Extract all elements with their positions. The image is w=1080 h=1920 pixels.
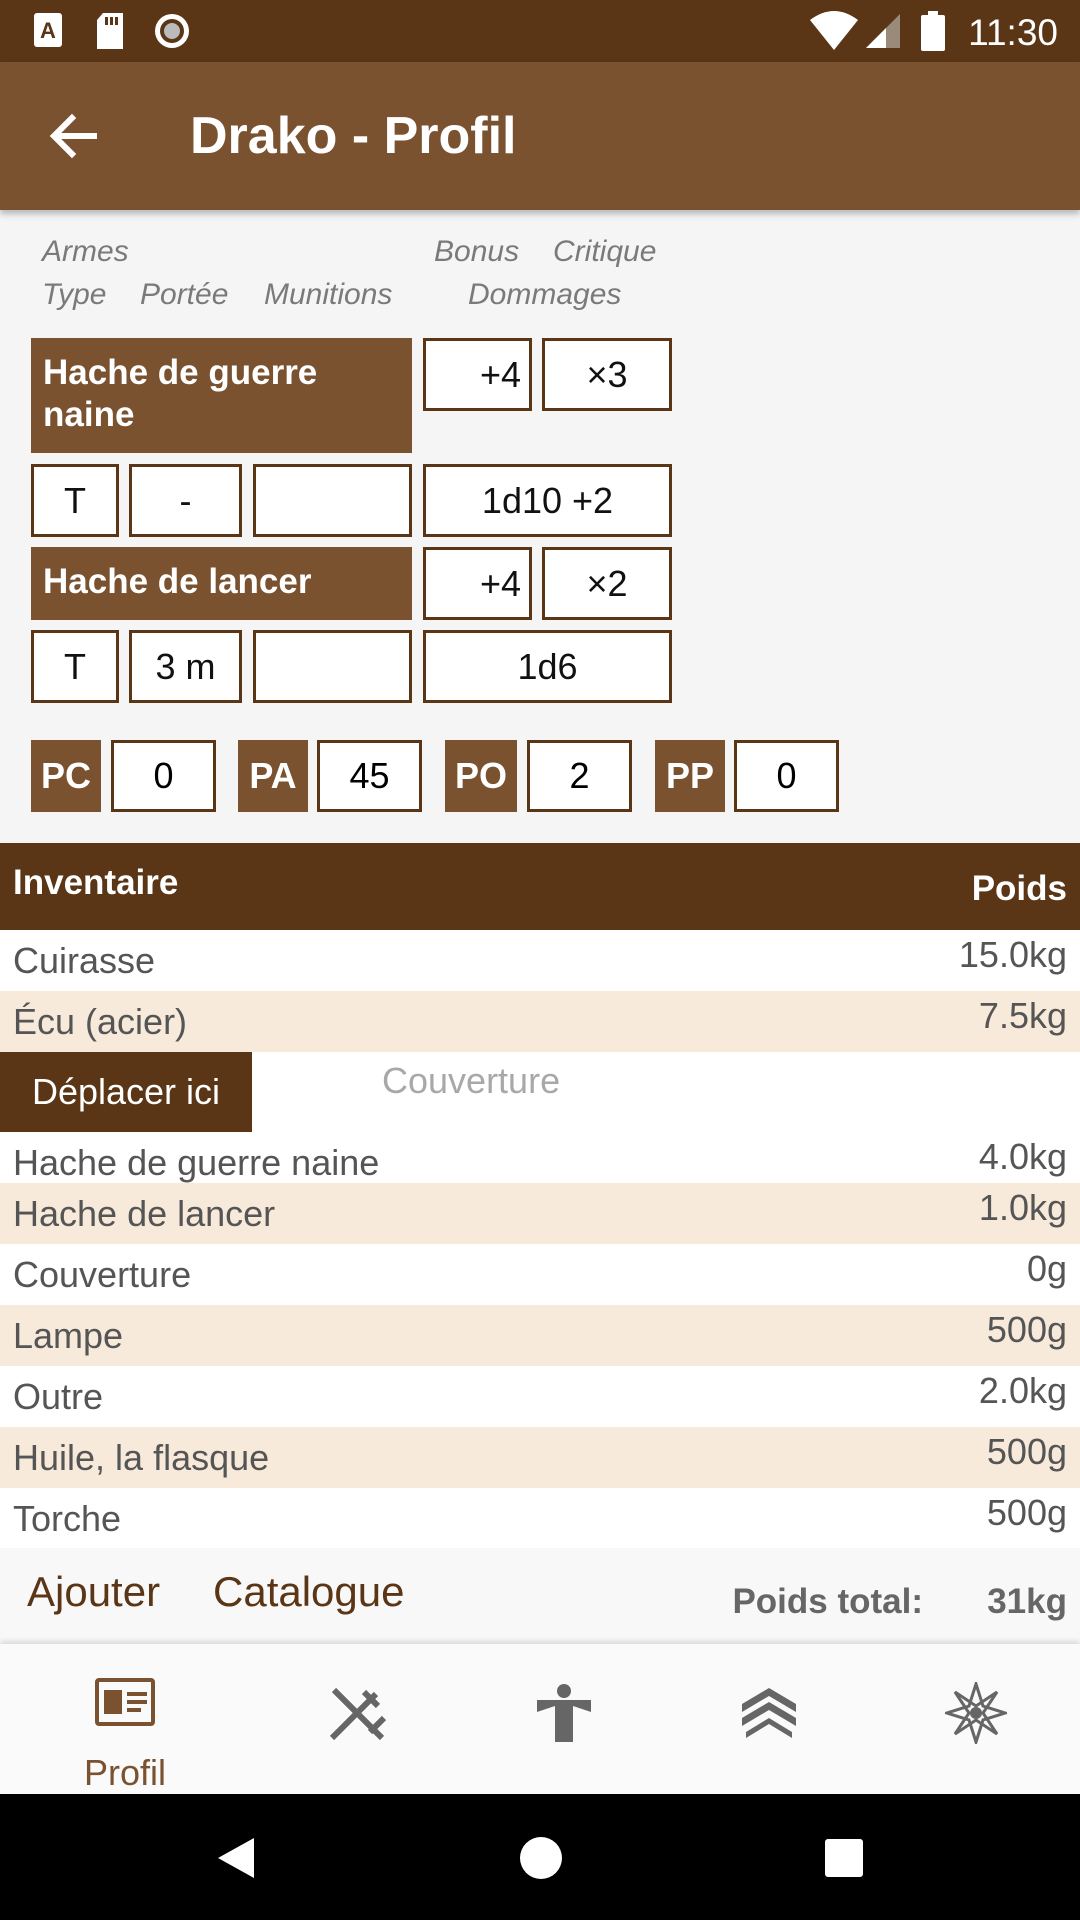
weapon-type[interactable]: T [31, 464, 119, 537]
item-name: Hache de lancer [13, 1193, 276, 1234]
money-label-po: PO [445, 740, 517, 812]
item-weight: 0g [1026, 1248, 1067, 1289]
weapon-critique[interactable]: ×2 [542, 547, 672, 620]
item-name: Couverture [13, 1254, 192, 1295]
sd-card-icon [97, 13, 123, 49]
header-critique: Critique [553, 235, 657, 268]
bottom-navigation: Profil [0, 1644, 1080, 1794]
header-bonus: Bonus [434, 235, 520, 268]
status-bar: A 11:30 [0, 0, 1080, 62]
item-weight: 7.5kg [978, 995, 1067, 1036]
back-arrow-icon[interactable] [42, 104, 106, 168]
crossed-weapons-icon [329, 1687, 387, 1741]
item-name: Torche [13, 1498, 122, 1539]
weapon-dommages[interactable]: 1d6 [423, 630, 672, 703]
weapon-munitions[interactable] [253, 630, 412, 703]
item-name: Cuirasse [13, 940, 156, 981]
nav-profil[interactable]: Profil [17, 1644, 233, 1794]
profile-card-icon [95, 1678, 155, 1726]
item-name: Huile, la flasque [13, 1437, 270, 1478]
money-label-pc: PC [31, 740, 101, 812]
system-recents-icon[interactable] [824, 1838, 864, 1878]
weapon-dommages[interactable]: 1d10 +2 [423, 464, 672, 537]
item-weight: 15.0kg [958, 934, 1067, 975]
rank-chevrons-icon [742, 1688, 796, 1738]
total-weight-value: 31kg [987, 1582, 1067, 1621]
catalog-button[interactable]: Catalogue [213, 1568, 404, 1616]
inventory-title: Inventaire [13, 863, 179, 902]
header-type: Type [42, 278, 107, 311]
inventory-row[interactable]: Écu (acier) 7.5kg [0, 991, 1080, 1052]
header-portee: Portée [140, 278, 229, 311]
money-label-pp: PP [655, 740, 725, 812]
system-navigation-bar [0, 1794, 1080, 1920]
money-value-pa[interactable]: 45 [317, 740, 422, 812]
inventory-row[interactable]: Torche 500g [0, 1488, 1080, 1549]
nav-ranks[interactable] [660, 1644, 876, 1794]
app-bar: Drako - Profil [0, 62, 1080, 210]
weapon-bonus[interactable]: +4 [423, 547, 532, 620]
weapon-name[interactable]: Hache de lancer [31, 547, 412, 620]
add-button[interactable]: Ajouter [27, 1568, 160, 1616]
strength-figure-icon [537, 1684, 591, 1742]
weapon-name[interactable]: Hache de guerre naine [31, 338, 412, 453]
nav-profil-label: Profil [83, 1752, 167, 1793]
page-title: Drako - Profil [190, 107, 517, 165]
item-weight: 500g [986, 1431, 1067, 1472]
inventory-row[interactable]: Hache de lancer 1.0kg [0, 1183, 1080, 1244]
weapon-bonus[interactable]: +4 [423, 338, 532, 411]
item-weight: 1.0kg [978, 1187, 1067, 1228]
record-icon [155, 14, 189, 48]
weapon-portee[interactable]: - [129, 464, 242, 537]
item-weight: 4.0kg [978, 1136, 1067, 1177]
battery-icon [921, 11, 945, 51]
item-name: Lampe [13, 1315, 124, 1356]
weapon-critique[interactable]: ×3 [542, 338, 672, 411]
inventory-footer: Ajouter Catalogue Poids total: 31kg [0, 1548, 1080, 1644]
money-value-pc[interactable]: 0 [111, 740, 216, 812]
status-time: 11:30 [968, 12, 1058, 53]
nav-spells[interactable] [867, 1644, 1080, 1794]
system-home-icon[interactable] [519, 1836, 563, 1880]
item-weight: 500g [986, 1309, 1067, 1350]
inventory-row[interactable]: Lampe 500g [0, 1305, 1080, 1366]
inventory-row[interactable]: Huile, la flasque 500g [0, 1427, 1080, 1488]
system-back-icon[interactable] [216, 1836, 256, 1880]
wifi-icon [810, 11, 858, 50]
money-label-pa: PA [238, 740, 308, 812]
move-here-button[interactable]: Déplacer ici [0, 1052, 252, 1132]
weapon-munitions[interactable] [253, 464, 412, 537]
money-value-pp[interactable]: 0 [734, 740, 839, 812]
dragging-item-ghost[interactable]: Couverture [382, 1060, 560, 1102]
item-name: Écu (acier) [13, 1001, 188, 1042]
item-name: Hache de guerre naine [13, 1142, 380, 1183]
inventory-row[interactable]: Outre 2.0kg [0, 1366, 1080, 1427]
header-dommages: Dommages [468, 278, 622, 311]
drag-drop-row[interactable]: Déplacer ici Couverture [0, 1052, 1080, 1132]
inventory-header: Inventaire Poids [0, 843, 1080, 930]
weapon-portee[interactable]: 3 m [129, 630, 242, 703]
nav-combat[interactable] [248, 1644, 464, 1794]
svg-text:A: A [40, 18, 56, 43]
weapon-type[interactable]: T [31, 630, 119, 703]
accessibility-a-icon: A [34, 13, 62, 47]
header-munitions: Munitions [264, 278, 393, 311]
item-weight: 2.0kg [978, 1370, 1067, 1411]
item-weight: 500g [986, 1492, 1067, 1533]
item-name: Outre [13, 1376, 104, 1417]
magic-star-icon [945, 1682, 1007, 1744]
header-armes: Armes [42, 235, 129, 268]
signal-icon [866, 14, 900, 48]
inventory-row[interactable]: Cuirasse 15.0kg [0, 930, 1080, 991]
money-value-po[interactable]: 2 [527, 740, 632, 812]
inventory-row[interactable]: Couverture 0g [0, 1244, 1080, 1305]
inventory-weight-header: Poids [971, 869, 1067, 908]
total-weight-label: Poids total: [732, 1582, 923, 1621]
nav-characteristics[interactable] [455, 1644, 671, 1794]
